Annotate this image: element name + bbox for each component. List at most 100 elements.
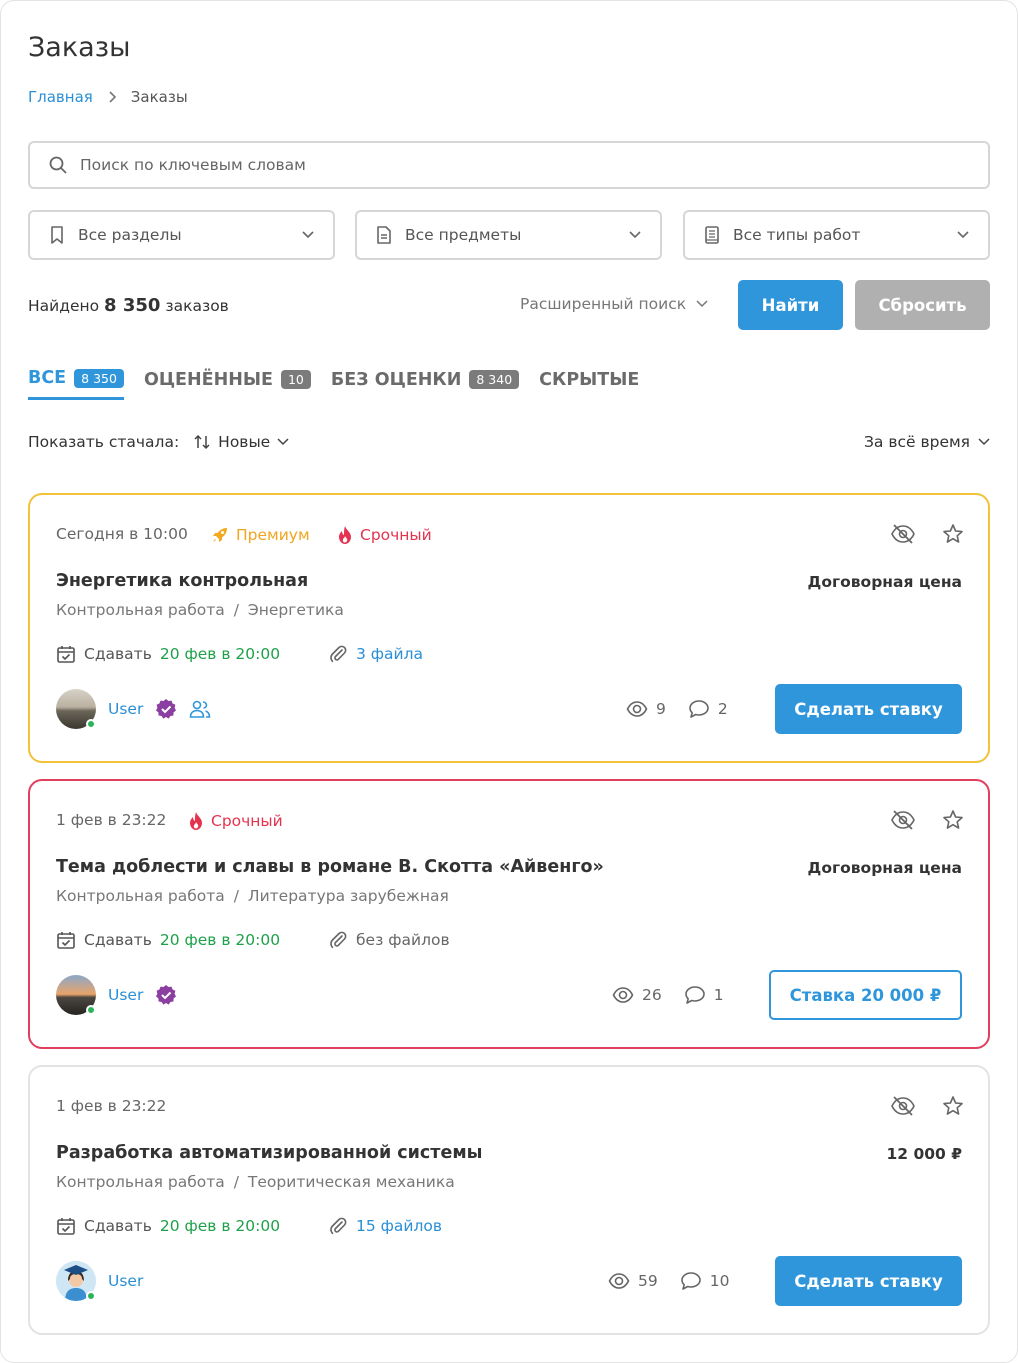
page-title: Заказы <box>28 32 131 63</box>
user-name[interactable]: User <box>108 986 143 1004</box>
tab-hidden[interactable]: СКРЫТЫЕ <box>539 370 639 399</box>
order-author[interactable]: User <box>56 689 211 729</box>
eye-icon <box>608 1273 630 1289</box>
paperclip-icon <box>330 1217 347 1235</box>
premium-tag: Премиум <box>210 525 310 545</box>
reset-button[interactable]: Сбросить <box>855 280 990 330</box>
sort-value: Новые <box>218 433 271 451</box>
avatar <box>56 1261 96 1301</box>
user-name[interactable]: User <box>108 700 143 718</box>
order-type: Контрольная работа <box>56 601 225 619</box>
chevron-down-icon <box>957 231 969 239</box>
paperclip-icon <box>330 645 347 663</box>
calendar-check-icon <box>57 1218 75 1235</box>
avatar <box>56 689 96 729</box>
deadline-label: Сдавать <box>84 645 152 663</box>
chevron-right-icon <box>109 91 116 103</box>
rocket-icon <box>213 528 227 542</box>
chevron-down-icon <box>302 231 314 239</box>
order-card[interactable]: Сегодня в 10:00 Премиум Срочный Энергети… <box>28 493 990 763</box>
chevron-down-icon <box>277 438 289 446</box>
order-files[interactable]: 3 файла <box>328 644 423 664</box>
urgent-tag: Срочный <box>187 811 283 831</box>
order-title[interactable]: Тема доблести и славы в романе В. Скотта… <box>56 857 604 877</box>
avatar <box>56 975 96 1015</box>
star-icon[interactable] <box>942 809 964 831</box>
results-suffix: заказов <box>165 297 229 315</box>
deadline-value: 20 фев в 20:00 <box>159 645 281 663</box>
subjects-select[interactable]: Все предметы <box>355 210 662 260</box>
comments-count: 2 <box>717 700 728 718</box>
sections-select-label: Все разделы <box>78 226 182 244</box>
tab-unrated[interactable]: БЕЗ ОЦЕНКИ 8 340 <box>330 369 520 399</box>
bookmark-icon <box>51 226 63 244</box>
premium-label: Премиум <box>236 526 310 544</box>
star-icon[interactable] <box>942 1095 964 1117</box>
eye-icon <box>612 987 634 1003</box>
period-select[interactable]: За всё время <box>864 433 990 451</box>
tab-rated-count: 10 <box>280 370 311 389</box>
hide-icon[interactable] <box>890 523 916 545</box>
work-types-select-label: Все типы работ <box>733 226 861 244</box>
order-author[interactable]: User <box>56 1261 143 1301</box>
tab-rated[interactable]: ОЦЕНЁННЫЕ 10 <box>144 370 311 399</box>
order-card[interactable]: 1 фев в 23:22 Разработка автоматизирован… <box>28 1065 990 1335</box>
document-icon <box>377 226 391 244</box>
tab-all[interactable]: ВСЕ 8 350 <box>28 368 124 400</box>
order-stats: 26 1 <box>612 985 724 1005</box>
card-actions <box>890 809 964 831</box>
bid-wrapper: Ставка 20 000 ₽ <box>769 970 962 1020</box>
order-category: Контрольная работа / Энергетика <box>56 601 344 619</box>
chevron-down-icon <box>696 300 708 308</box>
sort-select[interactable]: Новые <box>193 433 289 451</box>
calendar-check-icon <box>57 646 75 663</box>
search-icon <box>49 156 67 174</box>
order-deadline: Сдавать 20 фев в 20:00 <box>56 1216 280 1236</box>
files-label: 3 файла <box>356 645 424 663</box>
work-types-select[interactable]: Все типы работ <box>683 210 990 260</box>
order-deadline: Сдавать 20 фев в 20:00 <box>56 644 280 664</box>
order-date: 1 фев в 23:22 <box>56 1097 167 1115</box>
user-name[interactable]: User <box>108 1272 143 1290</box>
online-indicator <box>86 719 96 729</box>
hide-icon[interactable] <box>890 1095 916 1117</box>
tab-rated-label: ОЦЕНЁННЫЕ <box>143 369 273 390</box>
order-card[interactable]: 1 фев в 23:22 Срочный Тема доблести и сл… <box>28 779 990 1049</box>
results-number: 8 350 <box>104 295 161 316</box>
period-label: За всё время <box>863 433 970 451</box>
order-date: 1 фев в 23:22 <box>56 811 167 829</box>
order-subject: Литература зарубежная <box>247 887 449 905</box>
users-icon <box>190 700 211 718</box>
order-price: 12 000 ₽ <box>886 1145 962 1163</box>
order-author[interactable]: User <box>56 975 177 1015</box>
sections-select[interactable]: Все разделы <box>28 210 335 260</box>
deadline-value: 20 фев в 20:00 <box>159 1217 281 1235</box>
comments-count: 10 <box>709 1272 730 1290</box>
advanced-search-toggle[interactable]: Расширенный поиск <box>520 295 708 313</box>
tab-unrated-count: 8 340 <box>469 370 520 389</box>
tab-unrated-label: БЕЗ ОЦЕНКИ <box>330 369 462 390</box>
order-category: Контрольная работа / Теоритическая механ… <box>56 1173 455 1191</box>
search-input[interactable] <box>80 156 940 174</box>
star-icon[interactable] <box>942 523 964 545</box>
breadcrumb-home-link[interactable]: Главная <box>28 88 93 106</box>
order-title[interactable]: Энергетика контрольная <box>56 571 308 591</box>
comments-stat: 10 <box>680 1271 730 1291</box>
files-label: без файлов <box>356 931 450 949</box>
tab-all-count: 8 350 <box>74 368 124 388</box>
flame-icon <box>339 526 351 544</box>
order-files: без файлов <box>328 930 450 950</box>
make-bid-button[interactable]: Сделать ставку <box>775 684 962 734</box>
results-count: Найдено 8 350 заказов <box>28 295 229 316</box>
bid-amount-button[interactable]: Ставка 20 000 ₽ <box>769 970 962 1020</box>
make-bid-button[interactable]: Сделать ставку <box>775 1256 962 1306</box>
order-files[interactable]: 15 файлов <box>328 1216 442 1236</box>
order-stats: 59 10 <box>608 1271 729 1291</box>
comments-stat: 1 <box>684 985 724 1005</box>
deadline-label: Сдавать <box>84 1217 152 1235</box>
order-deadline: Сдавать 20 фев в 20:00 <box>56 930 280 950</box>
order-title[interactable]: Разработка автоматизированной системы <box>56 1143 482 1163</box>
hide-icon[interactable] <box>890 809 916 831</box>
online-indicator <box>86 1005 96 1015</box>
find-button[interactable]: Найти <box>738 280 843 330</box>
